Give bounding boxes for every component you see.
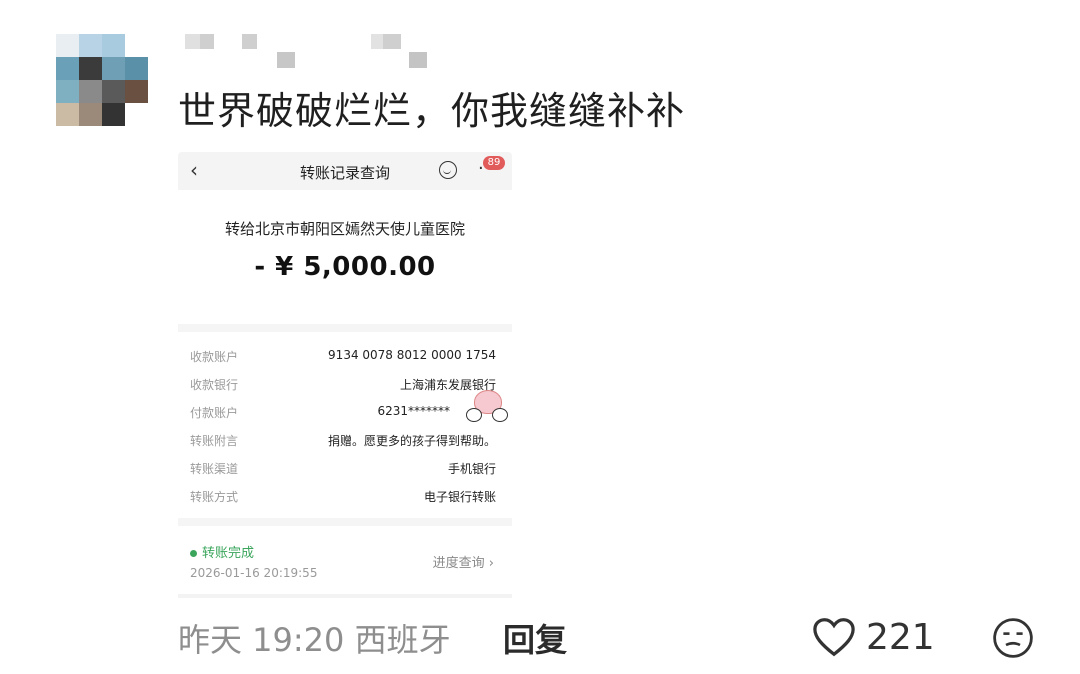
like-count: 221	[866, 617, 935, 658]
heart-icon[interactable]	[812, 617, 856, 657]
chevron-right-icon: ›	[488, 556, 494, 571]
detail-row: 付款账户 6231*******	[190, 404, 496, 424]
transfer-receipt-image[interactable]: ‹ 转账记录查询 ··· 89 转给北京市朝阳区嫣然天使儿童医院 - ¥ 5,0…	[178, 152, 512, 598]
progress-link-label: 进度查询	[432, 556, 485, 571]
reply-button[interactable]: 回复	[503, 615, 567, 661]
comment-text: 世界破破烂烂，你我缝缝补补	[178, 89, 686, 133]
row-value: 电子银行转账	[423, 490, 496, 504]
row-value: 6231*******	[377, 404, 450, 418]
row-label: 收款银行	[190, 378, 239, 392]
status-text: 转账完成	[190, 542, 254, 561]
status-timestamp: 2026-01-16 20:19:55	[190, 566, 318, 580]
detail-row: 转账方式 电子银行转账	[190, 488, 496, 508]
receipt-header: ‹ 转账记录查询 ··· 89	[178, 152, 512, 190]
notification-badge: 89	[483, 156, 505, 170]
detail-row: 收款账户 9134 0078 8012 0000 1754	[190, 348, 496, 368]
face-icon[interactable]	[992, 617, 1034, 659]
row-label: 转账附言	[190, 434, 239, 448]
detail-row: 转账附言 捐赠。愿更多的孩子得到帮助。	[190, 432, 496, 452]
divider	[178, 518, 512, 526]
row-label: 付款账户	[190, 406, 239, 420]
row-value: 手机银行	[447, 462, 496, 476]
row-label: 转账渠道	[190, 462, 239, 476]
divider	[178, 324, 512, 332]
status-label: 转账完成	[202, 546, 255, 561]
smile-icon	[439, 161, 457, 179]
receipt-title: 转账记录查询	[299, 164, 390, 182]
progress-query-link[interactable]: 进度查询 ›	[433, 552, 494, 571]
detail-row: 收款银行 上海浦东发展银行	[190, 376, 496, 396]
recipient-name: 转给北京市朝阳区嫣然天使儿童医院	[224, 220, 465, 238]
avatar[interactable]	[56, 34, 148, 126]
sticker-icon	[466, 390, 508, 424]
row-label: 转账方式	[190, 490, 239, 504]
transfer-amount: - ¥ 5,000.00	[254, 252, 436, 282]
username-blurred[interactable]	[185, 34, 435, 74]
divider	[178, 594, 512, 598]
detail-row: 转账渠道 手机银行	[190, 460, 496, 480]
comment-meta: 昨天 19:20 西班牙	[178, 621, 451, 659]
row-value: 捐赠。愿更多的孩子得到帮助。	[327, 434, 496, 448]
status-dot-icon	[190, 550, 197, 557]
row-value: 9134 0078 8012 0000 1754	[328, 348, 496, 362]
row-label: 收款账户	[190, 350, 239, 364]
